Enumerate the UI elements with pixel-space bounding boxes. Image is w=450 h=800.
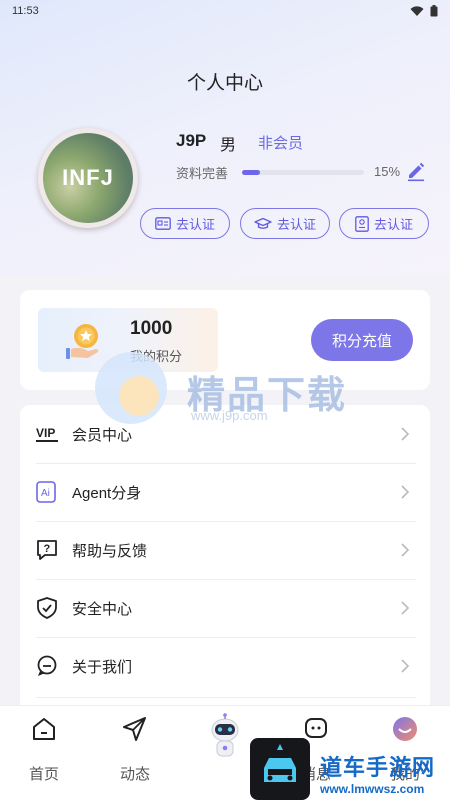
profile-completion-bar	[242, 170, 364, 175]
chevron-right-icon	[401, 485, 410, 499]
verify-education-button[interactable]: 去认证	[240, 208, 330, 239]
profile-completion-text: 15%	[374, 164, 401, 179]
menu-item-label: 帮助与反馈	[72, 542, 148, 560]
svg-text:Ai: Ai	[41, 488, 50, 499]
tab-home[interactable]: 首页	[9, 715, 79, 784]
page-title: 个人中心	[186, 73, 263, 94]
robot-icon	[211, 713, 239, 757]
vip-icon: VIP	[36, 426, 58, 442]
avatar-image: INFJ	[43, 133, 133, 223]
edit-icon[interactable]	[405, 160, 427, 182]
ai-icon: Ai	[36, 481, 56, 503]
tab-feed[interactable]: 动态	[100, 715, 170, 784]
menu-item-label: 会员中心	[72, 426, 133, 444]
watermark-app-logo	[250, 738, 310, 800]
chevron-right-icon	[401, 659, 410, 673]
tab-label: 动态	[119, 766, 150, 783]
points-label: 我的积分	[130, 349, 183, 364]
menu-item-help-feedback[interactable]: ? 帮助与反馈	[20, 521, 430, 579]
id-card-icon	[155, 217, 171, 230]
bottom-watermark-title: 道车手游网	[320, 755, 436, 780]
chevron-right-icon	[401, 601, 410, 615]
points-value: 1000	[130, 318, 173, 339]
tab-agent[interactable]	[200, 712, 250, 772]
verify-education-label: 去认证	[276, 217, 316, 232]
svg-text:VIP: VIP	[36, 426, 55, 440]
menu-card: VIP 会员中心 Ai Agent分身 ? 帮助与反馈 安全中心 关于我们	[20, 405, 430, 715]
points-card: 1000 我的积分 积分充值	[20, 290, 430, 390]
user-name: J9P	[176, 131, 207, 150]
status-bar: 11:53	[0, 0, 450, 22]
chevron-right-icon	[401, 543, 410, 557]
chevron-right-icon	[401, 427, 410, 441]
verify-id-button[interactable]: 去认证	[140, 208, 230, 239]
verify-work-label: 去认证	[373, 217, 413, 232]
menu-item-about-us[interactable]: 关于我们	[20, 637, 430, 695]
car-icon	[264, 744, 296, 782]
member-status[interactable]: 非会员	[258, 132, 303, 153]
points-box[interactable]: 1000 我的积分	[38, 308, 218, 372]
graduation-cap-icon	[254, 217, 272, 229]
menu-item-label: 关于我们	[72, 658, 133, 676]
menu-item-agent[interactable]: Ai Agent分身	[20, 463, 430, 521]
tab-label: 首页	[28, 766, 59, 783]
send-icon	[123, 717, 146, 741]
home-icon	[33, 718, 55, 740]
verify-work-button[interactable]: 去认证	[339, 208, 429, 239]
status-time: 11:53	[12, 5, 39, 17]
chat-bubble-icon	[37, 655, 57, 676]
menu-divider	[36, 697, 416, 698]
battery-icon	[430, 5, 438, 17]
work-badge-icon	[355, 215, 369, 232]
menu-item-security-center[interactable]: 安全中心	[20, 579, 430, 637]
profile-icon	[393, 717, 417, 741]
help-icon: ?	[37, 540, 57, 560]
wifi-icon	[410, 5, 424, 16]
bottom-watermark: 道车手游网 www.lmwwsz.com	[320, 750, 448, 798]
menu-item-vip-center[interactable]: VIP 会员中心	[20, 405, 430, 463]
profile-completion-label: 资料完善	[176, 166, 229, 181]
svg-text:?: ?	[44, 543, 51, 555]
verify-id-label: 去认证	[175, 217, 215, 232]
bottom-watermark-url: www.lmwwsz.com	[320, 782, 425, 796]
shield-icon	[37, 597, 57, 619]
recharge-points-button[interactable]: 积分充值	[311, 319, 413, 361]
points-coin-icon	[66, 324, 99, 359]
avatar[interactable]: INFJ	[38, 128, 138, 228]
user-gender: 男	[220, 137, 237, 154]
menu-item-label: 安全中心	[72, 600, 133, 618]
menu-item-label: Agent分身	[72, 484, 142, 502]
profile-completion-fill	[242, 170, 261, 175]
